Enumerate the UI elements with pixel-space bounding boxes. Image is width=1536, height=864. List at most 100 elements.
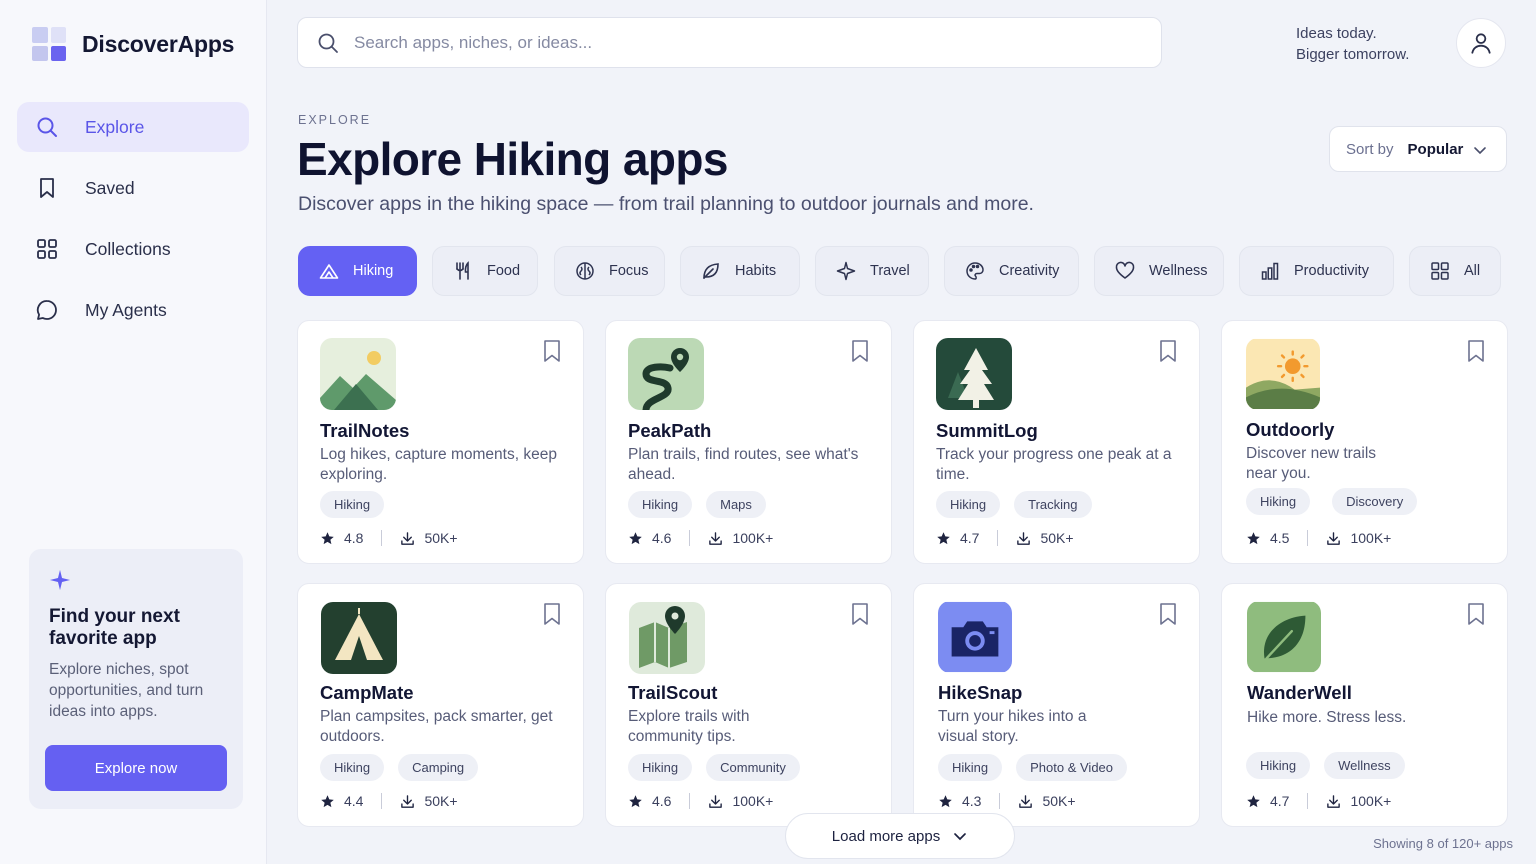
chip-travel[interactable]: Travel [815,246,929,296]
app-card-outdoorly[interactable]: Outdoorly Discover new trails near you. … [1221,320,1508,564]
app-card-peakpath[interactable]: PeakPath Plan trails, find routes, see w… [605,320,892,564]
pine-tree-icon [936,338,1012,410]
app-tag[interactable]: Hiking [320,754,385,781]
bookmark-icon[interactable] [1465,339,1487,363]
app-downloads: 100K+ [732,793,774,809]
star-icon [937,531,950,544]
explore-now-button[interactable]: Explore now [45,745,227,791]
app-tags: Hiking Camping [320,754,479,781]
sparkle-icon [49,569,71,591]
bookmark-icon[interactable] [849,339,871,363]
chip-label: Creativity [999,263,1060,279]
app-tags: Hiking Photo & Video [938,754,1128,781]
app-card-campmate[interactable]: CampMate Plan campsites, pack smarter, g… [297,583,584,827]
load-more-button[interactable]: Load more apps [785,813,1015,859]
app-tag[interactable]: Hiking [1246,488,1311,515]
app-description: Hike more. Stress less. [1247,709,1407,726]
app-tag[interactable]: Wellness [1324,752,1405,779]
chip-label: Hiking [353,263,394,279]
app-stats: 4.5 100K+ [1246,530,1391,546]
chip-all[interactable]: All [1409,246,1501,296]
bookmark-icon[interactable] [1157,602,1179,626]
brand[interactable]: DiscoverApps [32,27,234,61]
download-icon [709,794,723,808]
divider [689,793,691,809]
sidebar-item-explore[interactable]: Explore [17,102,249,152]
star-icon [939,794,952,807]
star-icon [629,794,642,807]
app-tag[interactable]: Maps [706,491,766,518]
app-description: Plan trails, find routes, see what's ahe… [628,446,859,483]
app-downloads: 100K+ [1350,793,1392,809]
app-tags: Hiking Discovery [1246,488,1418,515]
sidebar-item-collections[interactable]: Collections [17,224,249,274]
sort-dropdown[interactable]: Sort by Popular [1329,126,1507,172]
sidebar-item-label: My Agents [85,299,167,320]
chevron-down-icon [954,833,967,841]
avatar[interactable] [1456,18,1506,68]
app-tag[interactable]: Tracking [1014,491,1092,518]
app-card-summitlog[interactable]: SummitLog Track your progress one peak a… [913,320,1200,564]
bookmark-icon[interactable] [541,602,563,626]
app-tag[interactable]: Hiking [938,754,1003,781]
app-tag[interactable]: Discovery [1332,488,1418,515]
chip-food[interactable]: Food [432,246,538,296]
chip-hiking[interactable]: Hiking [298,246,417,296]
route-pin-icon [628,338,704,410]
bookmark-icon[interactable] [1465,602,1487,626]
sidebar-item-my-agents[interactable]: My Agents [17,285,249,335]
user-icon [1471,33,1491,54]
app-card-wanderwell[interactable]: WanderWell Hike more. Stress less. Hikin… [1221,583,1508,827]
sort-value: Popular [1407,140,1464,158]
camera-icon [938,601,1012,673]
app-tag[interactable]: Hiking [628,491,693,518]
bookmark-icon [40,178,54,198]
bookmark-icon[interactable] [1157,339,1179,363]
divider [381,530,383,546]
search-bar[interactable] [297,17,1162,68]
app-card-trailnotes[interactable]: TrailNotes Log hikes, capture moments, k… [297,320,584,564]
download-icon [1017,531,1031,545]
download-icon [709,531,723,545]
app-description: Explore trails with community tips. [628,708,750,745]
app-tag[interactable]: Hiking [1246,752,1311,779]
sidebar-item-saved[interactable]: Saved [17,163,249,213]
sidebar-item-label: Collections [85,238,171,259]
app-tag[interactable]: Hiking [936,491,1001,518]
app-stats: 4.7 50K+ [936,530,1074,546]
app-rating: 4.7 [1270,793,1290,809]
star-icon [1247,531,1260,544]
chip-productivity[interactable]: Productivity [1239,246,1394,296]
app-card-trailscout[interactable]: TrailScout Explore trails with community… [605,583,892,827]
brain-icon [576,262,594,280]
app-tag[interactable]: Camping [398,754,479,781]
app-name: HikeSnap [938,682,1023,703]
app-downloads: 50K+ [424,530,458,546]
chip-habits[interactable]: Habits [680,246,800,296]
app-tag[interactable]: Hiking [628,754,693,781]
app-card-hikesnap[interactable]: HikeSnap Turn your hikes into a visual s… [913,583,1200,827]
download-icon [401,794,415,808]
chip-creativity[interactable]: Creativity [944,246,1079,296]
app-tag[interactable]: Hiking [320,491,385,518]
promo-text: Explore niches, spot opportunities, and … [49,661,204,720]
chip-wellness[interactable]: Wellness [1094,246,1224,296]
app-name: WanderWell [1247,682,1352,703]
palette-icon [966,262,984,280]
bookmark-icon[interactable] [849,602,871,626]
promo-title: Find your next favorite app [49,606,180,649]
app-rating: 4.7 [960,530,980,546]
mountain-sun-icon [320,338,396,410]
search-icon [37,117,57,137]
app-tag[interactable]: Photo & Video [1016,754,1128,781]
app-tag[interactable]: Community [706,754,800,781]
app-tags: Hiking Maps [628,491,766,518]
divider [1307,530,1309,546]
app-name: TrailScout [628,682,718,703]
chip-focus[interactable]: Focus [554,246,665,296]
bookmark-icon[interactable] [541,339,563,363]
search-input[interactable] [354,32,1134,53]
bar-chart-icon [1261,262,1279,280]
brand-name: DiscoverApps [82,30,235,57]
divider [1307,793,1309,809]
